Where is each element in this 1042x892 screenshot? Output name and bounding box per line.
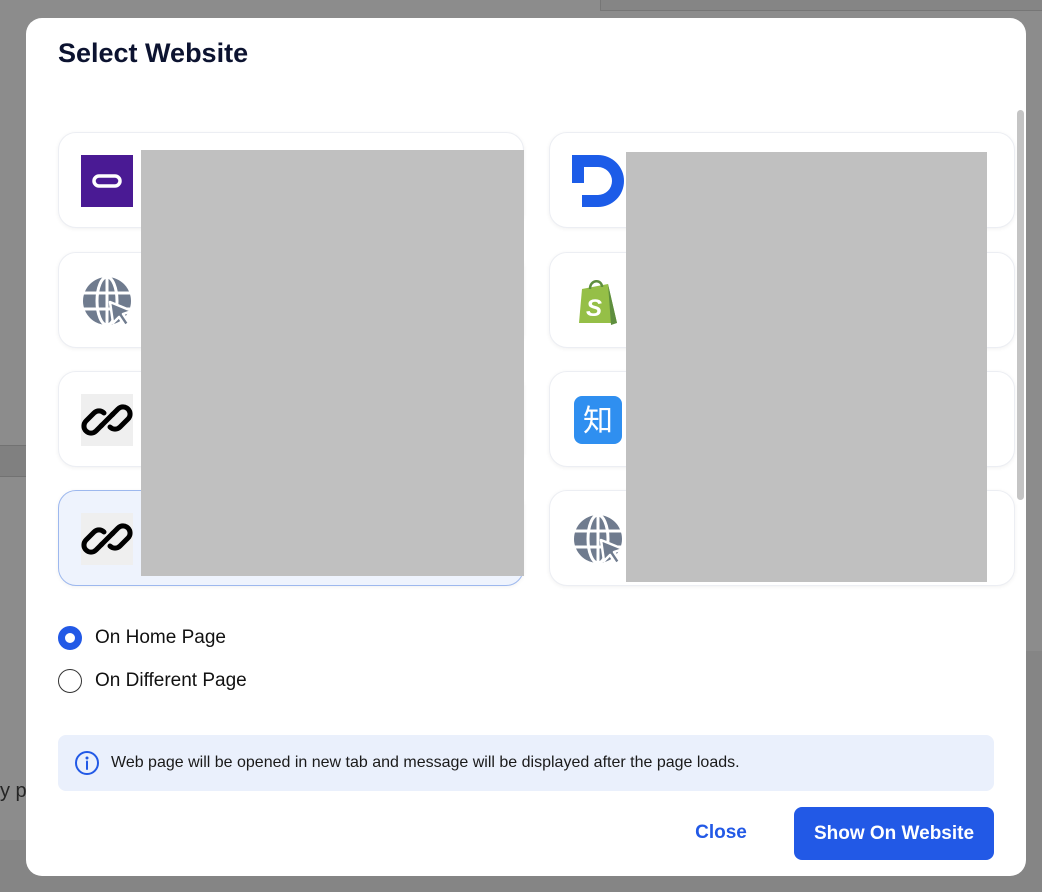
info-text: Web page will be opened in new tab and m… (111, 754, 740, 771)
info-icon (75, 751, 99, 775)
purple-oval-logo-icon (81, 155, 133, 207)
radio-label: On Home Page (95, 627, 226, 648)
scrollbar-thumb[interactable] (1017, 110, 1024, 500)
shopify-bag-icon: S (579, 280, 617, 325)
radio-button[interactable] (58, 669, 82, 693)
radio-label: On Different Page (95, 670, 247, 691)
modal-title: Select Website (58, 38, 249, 68)
link-icon (81, 513, 133, 565)
svg-text:S: S (586, 295, 602, 322)
globe-cursor-icon (574, 513, 624, 565)
blue-d-logo-icon (572, 155, 624, 207)
info-banner: Web page will be opened in new tab and m… (58, 735, 994, 791)
website-list[interactable]: S 知 (26, 118, 1026, 598)
scrollbar[interactable] (1016, 110, 1026, 510)
link-icon (81, 394, 133, 446)
redacted-region-left (141, 150, 524, 576)
radio-on-different-page[interactable]: On Different Page (58, 669, 247, 693)
radio-on-home-page[interactable]: On Home Page (58, 626, 226, 650)
globe-cursor-icon (83, 275, 133, 327)
select-website-modal: Select Website S 知 On Home Page On Diffe… (26, 18, 1026, 876)
zhihu-glyph: 知 (583, 404, 613, 439)
redacted-region-right (626, 152, 987, 582)
radio-button-checked[interactable] (58, 626, 82, 650)
zhihu-logo-icon: 知 (574, 396, 622, 444)
show-on-website-button[interactable]: Show On Website (794, 807, 994, 860)
close-button[interactable]: Close (686, 807, 756, 859)
